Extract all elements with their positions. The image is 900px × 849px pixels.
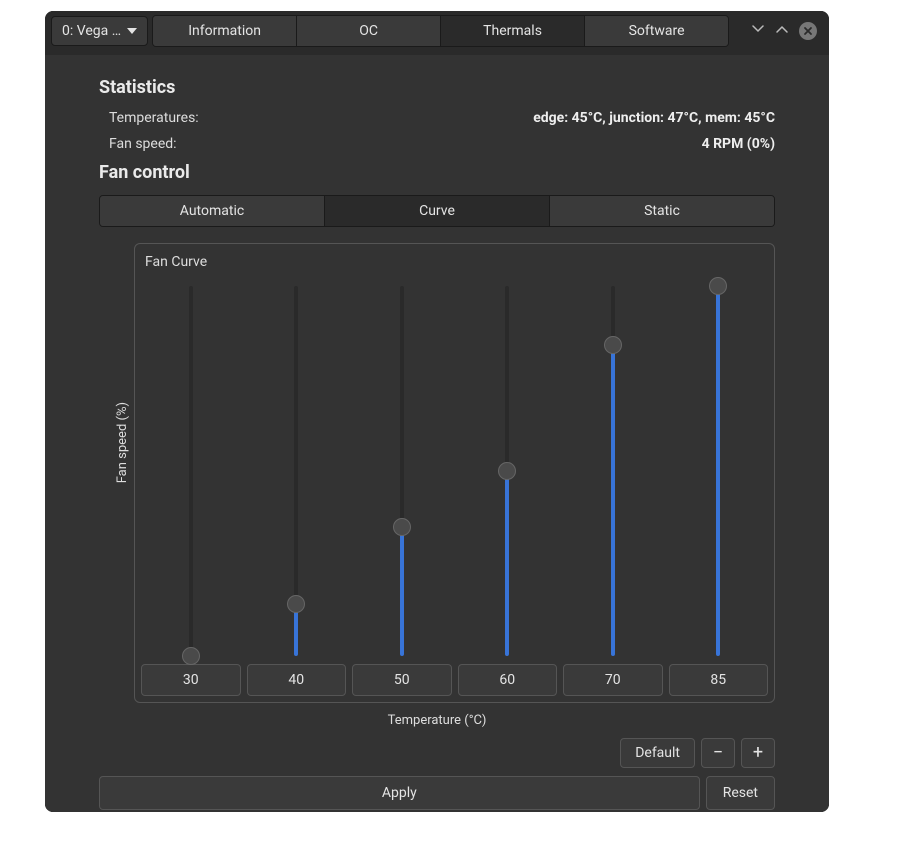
fanspeed-value: 4 RPM (0%) <box>702 136 775 152</box>
add-point-button[interactable]: + <box>741 738 775 768</box>
titlebar: 0: Vega … InformationOCThermalsSoftware <box>45 11 829 51</box>
chevron-down-icon[interactable] <box>751 22 765 40</box>
reset-button[interactable]: Reset <box>706 776 775 810</box>
statistics-title: Statistics <box>99 77 775 98</box>
fan-speed-slider[interactable] <box>352 276 452 656</box>
temperature-input[interactable] <box>669 664 769 696</box>
temperature-input[interactable] <box>563 664 663 696</box>
temperatures-value: edge: 45°C, junction: 47°C, mem: 45°C <box>533 110 775 126</box>
dropdown-triangle-icon <box>127 28 137 34</box>
yaxis-label: Fan speed (%) <box>113 402 130 483</box>
stat-row-temperatures: Temperatures: edge: 45°C, junction: 47°C… <box>109 110 775 126</box>
curve-point-3 <box>458 276 558 696</box>
window-controls <box>733 22 823 40</box>
stat-row-fanspeed: Fan speed: 4 RPM (0%) <box>109 136 775 152</box>
device-selector-label: 0: Vega … <box>62 23 121 39</box>
temperature-input[interactable] <box>247 664 347 696</box>
slider-thumb[interactable] <box>393 518 411 536</box>
apply-button[interactable]: Apply <box>99 776 700 810</box>
app-window: 0: Vega … InformationOCThermalsSoftware … <box>45 11 829 812</box>
curve-point-1 <box>247 276 347 696</box>
sliders-row <box>141 276 768 696</box>
temperature-input[interactable] <box>352 664 452 696</box>
device-selector[interactable]: 0: Vega … <box>51 16 148 46</box>
tab-software[interactable]: Software <box>585 16 728 46</box>
fan-speed-slider[interactable] <box>141 276 241 656</box>
curve-point-5 <box>669 276 769 696</box>
fan-mode-static[interactable]: Static <box>550 196 774 226</box>
slider-thumb[interactable] <box>498 462 516 480</box>
fan-control-modes: AutomaticCurveStatic <box>99 195 775 227</box>
temperatures-label: Temperatures: <box>109 110 199 126</box>
tab-thermals[interactable]: Thermals <box>441 16 585 46</box>
temperature-input[interactable] <box>458 664 558 696</box>
slider-thumb[interactable] <box>709 277 727 295</box>
slider-thumb[interactable] <box>182 647 200 665</box>
bottom-bar: Apply Reset <box>99 776 775 810</box>
fan-speed-slider[interactable] <box>247 276 347 656</box>
fan-speed-slider[interactable] <box>669 276 769 656</box>
fan-curve-title: Fan Curve <box>145 254 768 270</box>
main-tabs: InformationOCThermalsSoftware <box>152 15 729 47</box>
fan-mode-curve[interactable]: Curve <box>325 196 550 226</box>
fan-speed-slider[interactable] <box>563 276 663 656</box>
fanspeed-label: Fan speed: <box>109 136 177 152</box>
fan-control-title: Fan control <box>99 162 775 183</box>
tab-oc[interactable]: OC <box>297 16 441 46</box>
xaxis-label: Temperature (°C) <box>99 713 775 728</box>
fan-curve-area: Fan speed (%) Fan Curve <box>113 243 775 703</box>
default-button[interactable]: Default <box>620 738 695 768</box>
fan-mode-automatic[interactable]: Automatic <box>100 196 325 226</box>
remove-point-button[interactable]: − <box>701 738 735 768</box>
tab-information[interactable]: Information <box>153 16 297 46</box>
chevron-up-icon[interactable] <box>775 22 789 40</box>
slider-thumb[interactable] <box>604 336 622 354</box>
curve-buttons: Default − + <box>99 738 775 768</box>
curve-point-4 <box>563 276 663 696</box>
content: Statistics Temperatures: edge: 45°C, jun… <box>45 51 829 812</box>
fan-curve-panel: Fan Curve <box>134 243 775 703</box>
close-button[interactable] <box>799 22 817 40</box>
curve-point-2 <box>352 276 452 696</box>
curve-point-0 <box>141 276 241 696</box>
temperature-input[interactable] <box>141 664 241 696</box>
content-inner: Statistics Temperatures: edge: 45°C, jun… <box>45 55 829 812</box>
slider-thumb[interactable] <box>287 595 305 613</box>
fan-speed-slider[interactable] <box>458 276 558 656</box>
